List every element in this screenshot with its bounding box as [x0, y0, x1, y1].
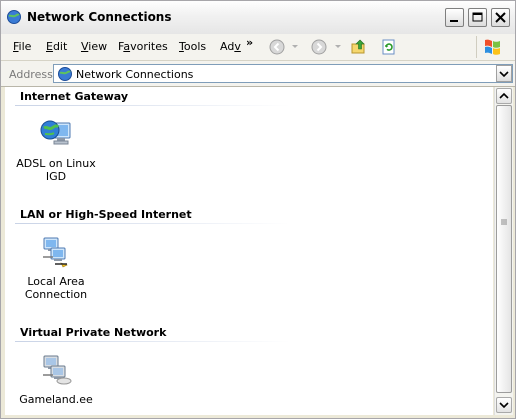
- scroll-thumb[interactable]: [496, 105, 512, 393]
- back-icon[interactable]: [269, 39, 285, 55]
- network-connections-icon: [7, 10, 21, 24]
- maximize-icon: [472, 12, 483, 22]
- close-button[interactable]: [491, 8, 510, 27]
- menu-favorites[interactable]: Favorites: [118, 40, 168, 53]
- back-dropdown-icon[interactable]: [292, 45, 298, 49]
- group-divider: [15, 105, 290, 106]
- menu-bar: File Edit View Favorites Tools Adv »: [1, 34, 515, 61]
- group-divider: [15, 223, 290, 224]
- address-bar: Address Network Connections: [1, 61, 515, 87]
- minimize-icon: [450, 20, 458, 22]
- up-folder-icon[interactable]: [351, 39, 367, 55]
- menu-view[interactable]: View: [81, 40, 107, 53]
- file-view[interactable]: Internet Gateway ADSL on Linux IGD LAN or…: [5, 87, 493, 415]
- minimize-button[interactable]: [445, 8, 464, 27]
- chevron-down-icon: [499, 402, 509, 409]
- maximize-button[interactable]: [468, 8, 487, 27]
- connection-label: ADSL on Linux IGD: [16, 157, 96, 183]
- group-divider: [15, 341, 290, 342]
- menu-tools[interactable]: Tools: [179, 40, 206, 53]
- connection-item-gameland[interactable]: Gameland.ee: [13, 353, 99, 406]
- grip-icon: [501, 219, 507, 225]
- vertical-scrollbar[interactable]: [494, 87, 513, 415]
- scroll-up-button[interactable]: [496, 88, 512, 104]
- menu-advanced-truncated[interactable]: Adv: [220, 40, 241, 53]
- title-bar[interactable]: Network Connections: [1, 1, 515, 35]
- scroll-down-button[interactable]: [496, 397, 512, 413]
- address-dropdown-button[interactable]: [496, 65, 512, 82]
- windows-flag-icon: [485, 39, 500, 55]
- forward-dropdown-icon[interactable]: [335, 45, 341, 49]
- lan-connection-icon: [43, 237, 68, 268]
- connection-label: Gameland.ee: [19, 393, 93, 406]
- chevron-down-icon: [499, 71, 509, 78]
- refresh-folder-icon[interactable]: [381, 39, 397, 55]
- menu-file[interactable]: File: [13, 40, 31, 53]
- group-header-lan: LAN or High-Speed Internet: [20, 208, 192, 221]
- close-icon: [495, 12, 506, 23]
- internet-gateway-icon: [40, 120, 71, 145]
- connection-item-local-area[interactable]: Local Area Connection: [13, 235, 99, 301]
- network-connections-icon: [58, 67, 72, 81]
- connection-label: Local Area Connection: [24, 275, 88, 301]
- vpn-connection-icon: [43, 355, 72, 385]
- address-field[interactable]: Network Connections: [53, 64, 513, 83]
- group-header-internet-gateway: Internet Gateway: [20, 90, 129, 103]
- windows-logo: [476, 36, 513, 58]
- group-header-vpn: Virtual Private Network: [20, 326, 167, 339]
- explorer-window: Network Connections File Edit View Favor…: [0, 0, 516, 419]
- connection-item-adsl-igd[interactable]: ADSL on Linux IGD: [13, 117, 99, 183]
- window-title: Network Connections: [27, 10, 172, 24]
- menu-edit[interactable]: Edit: [46, 40, 67, 53]
- address-value[interactable]: Network Connections: [76, 68, 193, 81]
- menu-overflow-chevron[interactable]: »: [246, 36, 253, 49]
- chevron-up-icon: [499, 92, 509, 99]
- forward-icon[interactable]: [311, 39, 327, 55]
- address-label: Address: [9, 68, 53, 81]
